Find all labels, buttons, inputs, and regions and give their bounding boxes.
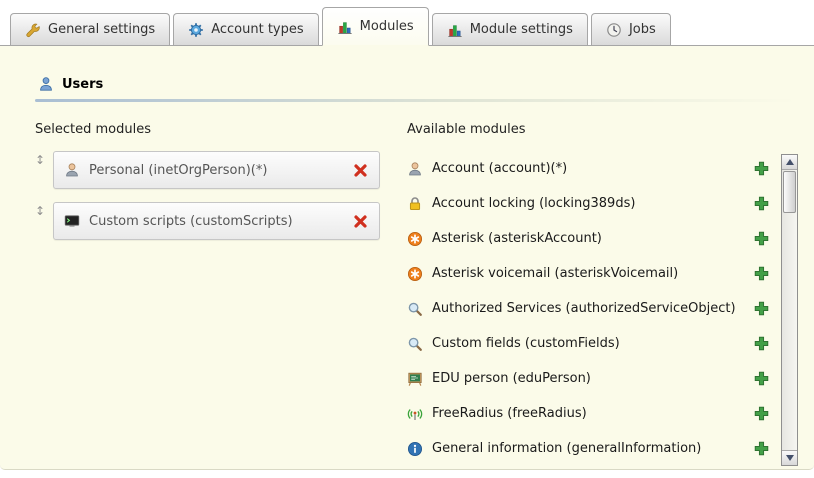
add-module-button[interactable] xyxy=(754,336,769,351)
antenna-icon xyxy=(407,406,423,422)
chart-icon xyxy=(447,22,463,38)
tab-label: Account types xyxy=(211,22,303,37)
tab-label: General settings xyxy=(48,22,155,37)
scroll-up-button[interactable] xyxy=(782,155,797,170)
selected-modules-heading: Selected modules xyxy=(35,122,380,137)
available-modules-heading: Available modules xyxy=(407,122,771,137)
scrollbar-track[interactable] xyxy=(782,214,797,450)
gear-icon xyxy=(188,22,204,38)
selected-modules-column: Selected modules ↕ Personal (inetOrgPers… xyxy=(35,122,380,253)
available-module-row: Account locking (locking389ds) xyxy=(407,186,771,221)
user-icon xyxy=(38,76,54,92)
remove-module-button[interactable] xyxy=(352,213,369,230)
available-module-label: Account locking (locking389ds) xyxy=(432,196,745,211)
tab-label: Module settings xyxy=(470,22,573,37)
available-module-label: Asterisk (asteriskAccount) xyxy=(432,231,745,246)
tab-general-settings[interactable]: General settings xyxy=(10,13,170,45)
remove-module-button[interactable] xyxy=(352,162,369,179)
tab-account-types[interactable]: Account types xyxy=(173,13,318,45)
available-module-row: Authorized Services (authorizedServiceOb… xyxy=(407,291,771,326)
magnifier-icon xyxy=(407,301,423,317)
available-module-row: General information (generalInformation) xyxy=(407,431,771,466)
selected-module-row: ↕ Personal (inetOrgPerson)(*) xyxy=(35,151,380,189)
add-module-button[interactable] xyxy=(754,371,769,386)
available-module-row: Asterisk voicemail (asteriskVoicemail) xyxy=(407,256,771,291)
tab-jobs[interactable]: Jobs xyxy=(591,13,671,45)
available-module-label: Account (account)(*) xyxy=(432,161,745,176)
selected-module-custom-scripts: Custom scripts (customScripts) xyxy=(53,202,380,240)
add-module-button[interactable] xyxy=(754,441,769,456)
selected-module-row: ↕ Custom scripts (customScripts) xyxy=(35,202,380,240)
info-icon xyxy=(407,441,423,457)
selected-module-label: Custom scripts (customScripts) xyxy=(89,214,343,229)
drag-handle-icon[interactable]: ↕ xyxy=(35,202,53,218)
tab-module-settings[interactable]: Module settings xyxy=(432,13,588,45)
available-module-row: Account (account)(*) xyxy=(407,151,771,186)
person-icon xyxy=(407,161,423,177)
arrow-down-icon xyxy=(786,455,794,461)
selected-module-personal: Personal (inetOrgPerson)(*) xyxy=(53,151,380,189)
add-module-button[interactable] xyxy=(754,196,769,211)
section-divider xyxy=(35,99,796,102)
lock-icon xyxy=(407,196,423,212)
selected-module-label: Personal (inetOrgPerson)(*) xyxy=(89,163,343,178)
terminal-icon xyxy=(64,213,80,229)
section-title: Users xyxy=(62,77,103,92)
available-modules-column: Available modules Account (account)(*) A… xyxy=(407,122,771,466)
add-module-button[interactable] xyxy=(754,231,769,246)
available-module-label: Custom fields (customFields) xyxy=(432,336,745,351)
tab-bar: General settings Account types Modules M… xyxy=(0,0,814,46)
available-module-label: EDU person (eduPerson) xyxy=(432,371,745,386)
lam-configuration-page: General settings Account types Modules M… xyxy=(0,0,814,478)
available-module-row: Asterisk (asteriskAccount) xyxy=(407,221,771,256)
tab-label: Jobs xyxy=(629,22,656,37)
magnifier-icon xyxy=(407,336,423,352)
available-module-label: Authorized Services (authorizedServiceOb… xyxy=(432,301,745,316)
add-module-button[interactable] xyxy=(754,266,769,281)
add-module-button[interactable] xyxy=(754,161,769,176)
scroll-down-button[interactable] xyxy=(782,450,797,465)
scrollbar-thumb[interactable] xyxy=(783,171,796,213)
available-module-row: FreeRadius (freeRadius) xyxy=(407,396,771,431)
scrollbar[interactable] xyxy=(781,154,798,466)
add-module-button[interactable] xyxy=(754,406,769,421)
drag-handle-icon[interactable]: ↕ xyxy=(35,151,53,167)
chart-icon xyxy=(337,19,353,35)
asterisk-icon xyxy=(407,231,423,247)
section-header: Users xyxy=(38,76,814,92)
tab-label: Modules xyxy=(360,19,414,34)
available-module-label: General information (generalInformation) xyxy=(432,441,745,456)
wrench-icon xyxy=(25,22,41,38)
person-icon xyxy=(64,162,80,178)
board-icon xyxy=(407,371,423,387)
add-module-button[interactable] xyxy=(754,301,769,316)
tab-modules[interactable]: Modules xyxy=(322,7,429,46)
available-module-label: FreeRadius (freeRadius) xyxy=(432,406,745,421)
available-module-row: Custom fields (customFields) xyxy=(407,326,771,361)
available-module-row: EDU person (eduPerson) xyxy=(407,361,771,396)
available-module-label: Asterisk voicemail (asteriskVoicemail) xyxy=(432,266,745,281)
asterisk-icon xyxy=(407,266,423,282)
arrow-up-icon xyxy=(786,159,794,165)
clock-icon xyxy=(606,22,622,38)
modules-panel: Users Selected modules ↕ Personal (inetO… xyxy=(0,46,814,470)
